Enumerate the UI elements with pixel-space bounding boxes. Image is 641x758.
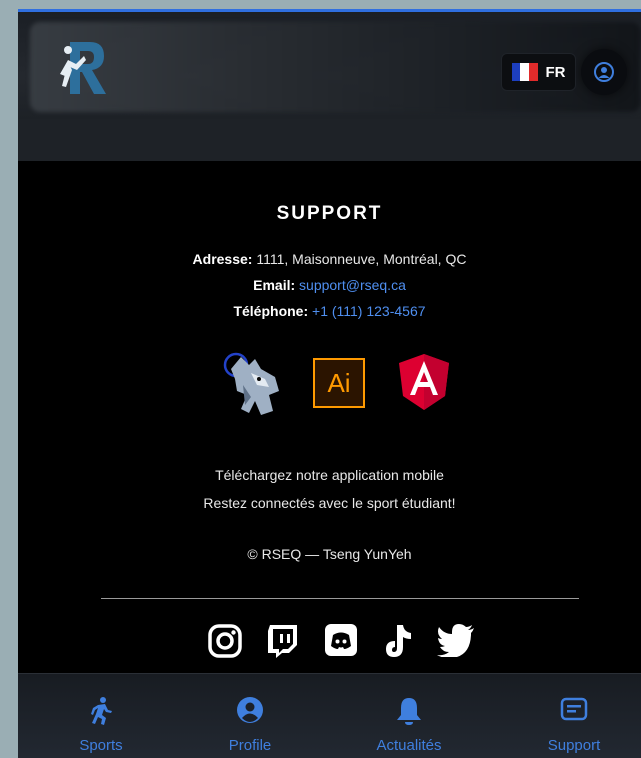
support-title: SUPPORT (276, 203, 383, 224)
social-links (18, 623, 641, 667)
mobile-app-promo: Téléchargez notre application mobile Res… (18, 461, 641, 517)
instagram-icon[interactable] (207, 623, 243, 659)
sub-header-bar (18, 119, 641, 161)
nav-label-support: Support (547, 737, 601, 754)
angular-logo-icon (399, 354, 449, 410)
discord-icon[interactable] (324, 623, 358, 657)
rseq-logo-icon[interactable] (56, 38, 108, 96)
account-button[interactable] (581, 49, 627, 95)
illustrator-logo-icon: Ai (313, 358, 365, 408)
message-icon (560, 697, 588, 721)
email-line: Email: support@rseq.ca (18, 277, 641, 293)
copyright-text: © RSEQ — Tseng YunYeh (247, 546, 412, 562)
language-label: FR (545, 63, 566, 81)
runner-icon (91, 697, 112, 725)
wolf-mascot-icon (223, 352, 279, 415)
phone-link[interactable]: +1 (111) 123-4567 (312, 303, 426, 319)
bell-icon (397, 698, 421, 725)
twitter-icon[interactable] (436, 623, 476, 657)
language-button[interactable]: FR (501, 53, 576, 91)
nav-item-support[interactable]: Support (514, 674, 634, 758)
user-circle-icon (594, 62, 614, 82)
address-line: Adresse: 1111, Maisonneuve, Montréal, QC (18, 251, 641, 267)
email-link[interactable]: support@rseq.ca (299, 277, 406, 293)
twitch-icon[interactable] (265, 623, 299, 659)
nav-item-actualites[interactable]: Actualités (349, 674, 469, 758)
nav-item-sports[interactable]: Sports (41, 674, 161, 758)
nav-label-profile: Profile (228, 737, 272, 754)
support-section: SUPPORT Adresse: 1111, Maisonneuve, Mont… (18, 161, 641, 673)
header: FR (18, 12, 641, 119)
tiktok-icon[interactable] (382, 623, 414, 659)
mobile-app-line2: Restez connectés avec le sport étudiant! (203, 495, 456, 511)
tech-logos: Ai (18, 351, 641, 421)
nav-item-profile[interactable]: Profile (190, 674, 310, 758)
address-value: 1111, Maisonneuve, Montréal, QC (256, 251, 467, 267)
user-icon (237, 697, 263, 723)
email-label: Email: (253, 277, 296, 293)
illustrator-logo-text: Ai (327, 368, 351, 398)
mobile-app-line1: Téléchargez notre application mobile (215, 467, 444, 483)
phone-label: Téléphone: (233, 303, 309, 319)
phone-line: Téléphone: +1 (111) 123-4567 (18, 303, 641, 319)
footer-divider (101, 598, 579, 599)
france-flag-icon (511, 63, 538, 81)
app-frame: FR SUPPORT Adresse: 1111, Maisonneuve, M… (18, 9, 641, 758)
address-label: Adresse: (192, 251, 253, 267)
nav-label-sports: Sports (79, 737, 123, 754)
bottom-navigation: Sports Profile Actualités Support (18, 673, 641, 758)
nav-label-actualites: Actualités (376, 737, 442, 754)
